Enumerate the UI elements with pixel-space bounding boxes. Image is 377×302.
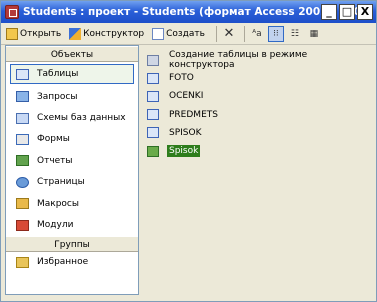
sidebar-item-label: Модули — [37, 220, 74, 231]
close-button[interactable]: X — [357, 4, 373, 20]
sidebar-item-label: Отчеты — [37, 155, 73, 166]
list-item[interactable]: FOTO — [147, 69, 373, 87]
open-icon — [6, 27, 18, 40]
toolbar-separator — [215, 25, 217, 42]
sidebar-item-pages[interactable]: Страницы — [6, 172, 138, 193]
list-item-label: Создание таблицы в режиме конструктора — [169, 50, 308, 71]
list-item-selected[interactable]: Spisok — [147, 142, 373, 160]
sidebar-item-schemas[interactable]: Схемы баз данных — [6, 107, 138, 128]
page-icon — [16, 176, 29, 188]
small-icons-button[interactable]: ⁝⁝ — [267, 25, 284, 42]
macro-icon — [16, 198, 29, 210]
list-view-button[interactable]: ☷ — [287, 26, 303, 42]
sidebar-item-label: Макросы — [37, 198, 79, 209]
toolbar: Открыть Конструктор Создать ✕ ᴬa ⁝⁝ ☷ ▦ — [1, 23, 376, 45]
access-icon — [5, 5, 19, 19]
list-item[interactable]: PREDMETS — [147, 106, 373, 124]
minimize-button[interactable]: _ — [321, 4, 337, 20]
sidebar-item-reports[interactable]: Отчеты — [6, 150, 138, 171]
list-item-create-design[interactable]: Создание таблицы в режиме конструктора — [147, 50, 373, 71]
create-label: Создать — [166, 28, 205, 39]
sidebar-item-label: Запросы — [37, 91, 78, 102]
sidebar-item-favorites[interactable]: Избранное — [6, 252, 138, 273]
module-icon — [16, 219, 29, 231]
table-icon — [147, 109, 159, 121]
query-icon — [16, 91, 29, 103]
maximize-button[interactable]: □ — [339, 4, 355, 20]
object-list: Создание таблицы в режиме конструктора F… — [147, 50, 373, 160]
design-button[interactable]: Конструктор — [68, 25, 145, 43]
table-icon — [147, 72, 159, 84]
sidebar-item-label: Избранное — [37, 257, 89, 268]
sidebar-item-queries[interactable]: Запросы — [6, 86, 138, 107]
sidebar-item-forms[interactable]: Формы — [6, 129, 138, 150]
sidebar-item-tables[interactable]: Таблицы — [10, 64, 134, 84]
window-controls: _ □ X — [321, 4, 373, 20]
groups-header[interactable]: Группы — [6, 235, 138, 252]
open-button[interactable]: Открыть — [5, 25, 62, 43]
sidebar-item-label: Схемы баз данных — [37, 113, 126, 124]
sidebar-item-label: Страницы — [37, 177, 85, 188]
create-icon — [152, 27, 165, 40]
open-label: Открыть — [20, 28, 62, 39]
sidebar-item-label: Формы — [37, 134, 70, 145]
list-item-label: FOTO — [169, 73, 194, 84]
list-item-label: PREDMETS — [169, 109, 218, 120]
sidebar-item-macros[interactable]: Макросы — [6, 193, 138, 214]
objects-sidebar: Объекты Таблицы Запросы Схемы баз данных… — [5, 45, 139, 295]
toolbar-separator — [243, 25, 245, 42]
create-button[interactable]: Создать — [151, 25, 206, 43]
design-label: Конструктор — [83, 28, 145, 39]
sidebar-item-modules[interactable]: Модули — [6, 214, 138, 235]
title-bar[interactable]: Students : проект - Students (формат Acc… — [1, 1, 376, 23]
report-icon — [16, 155, 29, 167]
table-icon — [147, 145, 159, 157]
favorites-icon — [16, 256, 29, 268]
table-icon — [16, 68, 29, 80]
table-icon — [147, 127, 159, 139]
list-item[interactable]: OCENKI — [147, 87, 373, 105]
database-window: Students : проект - Students (формат Acc… — [0, 0, 377, 302]
delete-button[interactable]: ✕ — [221, 26, 237, 42]
list-item-label: OCENKI — [169, 91, 204, 102]
table-icon — [147, 90, 159, 102]
form-icon — [16, 133, 29, 145]
list-item-label: SPISOK — [169, 127, 202, 138]
list-item[interactable]: SPISOK — [147, 124, 373, 142]
list-item-label: Spisok — [167, 145, 201, 158]
schema-icon — [16, 112, 29, 124]
design-icon — [69, 27, 82, 40]
details-view-button[interactable]: ▦ — [306, 26, 322, 42]
design-table-icon — [147, 54, 159, 66]
objects-header[interactable]: Объекты — [6, 46, 138, 62]
sidebar-item-label: Таблицы — [37, 69, 79, 79]
large-icons-button[interactable]: ᴬa — [249, 26, 265, 42]
